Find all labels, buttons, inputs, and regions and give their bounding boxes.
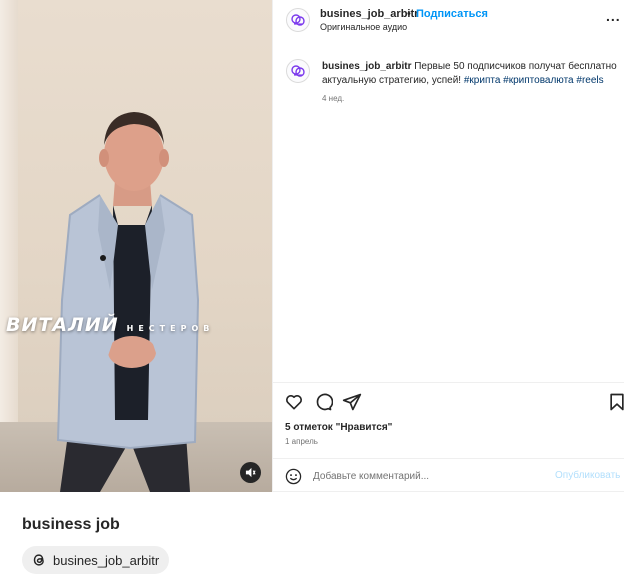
action-bar (273, 382, 624, 418)
caption-avatar[interactable] (286, 59, 310, 83)
comment-icon[interactable] (313, 392, 333, 412)
caption-text: busines_job_arbitr Первые 50 подписчиков… (322, 60, 622, 88)
publish-button[interactable]: Опубликовать (555, 470, 624, 481)
author-username-link[interactable]: busines_job_arbitr (320, 8, 418, 20)
comment-bar: Опубликовать (273, 458, 624, 492)
profile-name: business job (22, 516, 120, 533)
caption-age: 4 нед. (322, 94, 345, 103)
threads-icon (33, 554, 44, 566)
reel-video[interactable]: ВИТАЛИЙ НЕСТЕРОВ (0, 0, 272, 492)
hashtag-link[interactable]: #reels (576, 75, 603, 86)
brain-logo-icon (291, 14, 305, 26)
post-sidebar: busines_job_arbitr • Подписаться Оригина… (272, 0, 624, 492)
author-avatar[interactable] (286, 8, 310, 32)
more-options-button[interactable]: ... (606, 8, 621, 24)
heart-icon[interactable] (284, 392, 304, 412)
threads-profile-link[interactable]: busines_job_arbitr (22, 546, 170, 574)
speaker-muted-icon (245, 467, 256, 478)
smiley-icon[interactable] (285, 468, 302, 485)
presenter-figure (56, 112, 200, 492)
comment-input[interactable] (313, 467, 543, 485)
hashtag-link[interactable]: #криптовалюта (503, 75, 573, 86)
threads-handle: busines_job_arbitr (53, 552, 160, 568)
overlay-first-name: ВИТАЛИЙ (6, 314, 119, 336)
post-date: 1 апрель (285, 437, 318, 446)
header-separator: • (407, 8, 411, 20)
post-header: busines_job_arbitr • Подписаться Оригина… (273, 0, 624, 40)
caption-username-link[interactable]: busines_job_arbitr (322, 61, 411, 72)
mute-toggle-button[interactable] (240, 462, 261, 483)
bookmark-icon[interactable] (607, 392, 624, 412)
instagram-post: ВИТАЛИЙ НЕСТЕРОВ busines_job_arbitr • По… (0, 0, 624, 492)
original-audio-link[interactable]: Оригинальное аудио (320, 22, 407, 32)
overlay-last-name: НЕСТЕРОВ (126, 324, 215, 333)
brain-logo-icon (291, 65, 305, 77)
send-icon[interactable] (342, 392, 362, 412)
follow-button[interactable]: Подписаться (416, 8, 488, 20)
hashtag-link[interactable]: #крипта (464, 75, 501, 86)
name-overlay: ВИТАЛИЙ НЕСТЕРОВ (6, 314, 268, 344)
likes-count[interactable]: 5 отметок "Нравится" (285, 422, 392, 433)
